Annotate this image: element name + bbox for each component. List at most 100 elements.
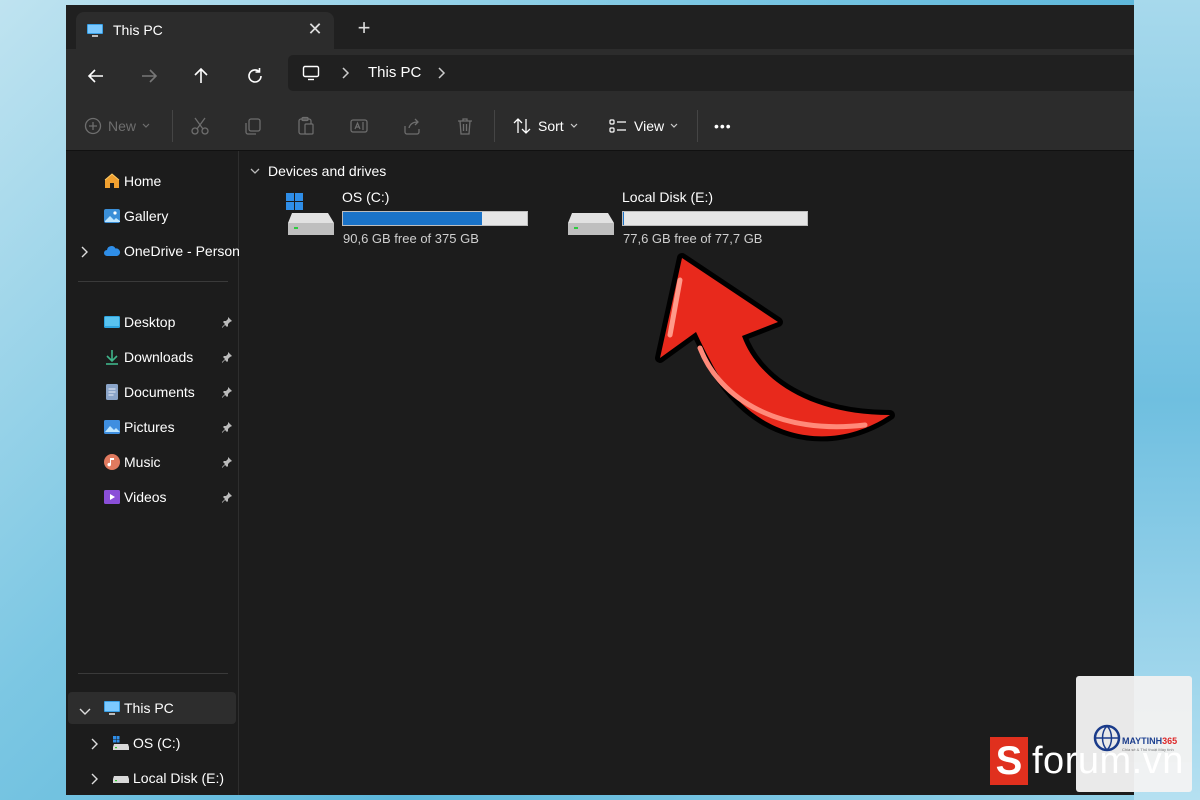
sidebar-item-label: Local Disk (E:): [133, 770, 225, 786]
drive-name: Local Disk (E:): [622, 189, 714, 205]
pin-icon[interactable]: [221, 350, 233, 368]
drive-usage-fill: [343, 212, 483, 225]
sidebar-item-onedrive[interactable]: OneDrive - Persona: [66, 235, 248, 267]
music-icon: [103, 453, 121, 471]
chevron-right-icon[interactable]: [89, 737, 99, 755]
toolbar-divider: [697, 110, 698, 142]
address-bar[interactable]: This PC: [288, 55, 1134, 91]
pin-icon[interactable]: [221, 315, 233, 333]
drive-usage-bar: [342, 211, 528, 226]
sidebar-item-os-c[interactable]: OS (C:): [66, 727, 238, 759]
chevron-right-icon[interactable]: [340, 66, 350, 85]
chevron-right-icon[interactable]: [436, 66, 446, 85]
sidebar-divider: [78, 673, 228, 674]
toolbar-divider: [494, 110, 495, 142]
trash-icon: [458, 118, 472, 135]
sort-icon: [513, 118, 531, 134]
file-explorer-window: This PC ✕ + This PC New Sort View ••• Ho…: [66, 5, 1134, 795]
navigation-pane: Home Gallery OneDrive - Persona Desktop: [66, 151, 248, 795]
sort-button[interactable]: Sort: [512, 113, 578, 139]
group-header-devices[interactable]: Devices and drives: [250, 163, 386, 179]
more-options-button[interactable]: •••: [714, 113, 732, 139]
view-list-icon: [609, 119, 626, 133]
annotation-arrow-icon: [655, 253, 895, 442]
plus-circle-icon: [84, 117, 102, 135]
chevron-down-icon: [570, 123, 578, 128]
sidebar-divider: [78, 281, 228, 282]
home-icon: [103, 172, 121, 190]
up-button[interactable]: [186, 61, 216, 91]
tab-bar: This PC ✕ +: [66, 5, 1134, 49]
sidebar-item-label: OS (C:): [133, 735, 181, 751]
group-title: Devices and drives: [268, 163, 387, 179]
chevron-down-icon: [250, 168, 260, 174]
clipboard-icon: [298, 116, 314, 135]
copy-button[interactable]: [243, 113, 263, 139]
drive-c-icon: [112, 734, 130, 752]
refresh-icon: [248, 68, 262, 83]
onedrive-icon: [103, 242, 121, 260]
back-button[interactable]: [81, 61, 111, 91]
sidebar-item-label: Pictures: [124, 419, 175, 435]
drive-icon: [112, 769, 130, 787]
sidebar-item-gallery[interactable]: Gallery: [66, 200, 238, 232]
sidebar-item-this-pc[interactable]: This PC: [68, 692, 236, 724]
sidebar-item-music[interactable]: Music: [66, 446, 238, 478]
sidebar-item-label: Home: [124, 173, 162, 189]
arrow-up-icon: [194, 67, 208, 83]
chevron-right-icon[interactable]: [89, 772, 99, 790]
refresh-button[interactable]: [240, 61, 270, 91]
view-label: View: [634, 118, 665, 134]
pc-icon: [103, 699, 121, 717]
forward-button[interactable]: [134, 61, 164, 91]
tab-this-pc[interactable]: This PC ✕: [76, 12, 334, 49]
pin-icon[interactable]: [221, 455, 233, 473]
share-icon: [404, 118, 420, 135]
pin-icon[interactable]: [221, 385, 233, 403]
navigation-bar: This PC: [66, 49, 1134, 101]
sidebar-item-home[interactable]: Home: [66, 165, 238, 197]
tab-title: This PC: [113, 22, 163, 38]
windows-drive-icon: [286, 193, 336, 244]
sforum-s-logo: S: [990, 737, 1028, 785]
breadcrumb-this-pc[interactable]: This PC: [368, 64, 421, 81]
downloads-icon: [103, 348, 121, 366]
sidebar-item-documents[interactable]: Documents: [66, 376, 238, 408]
share-button[interactable]: [402, 113, 422, 139]
arrow-right-icon: [142, 69, 158, 83]
pin-icon[interactable]: [221, 490, 233, 508]
sidebar-item-label: Desktop: [124, 314, 176, 330]
command-bar: New Sort View •••: [66, 101, 1134, 151]
pin-icon[interactable]: [221, 420, 233, 438]
new-tab-button[interactable]: +: [352, 17, 376, 41]
new-button[interactable]: New: [84, 113, 150, 139]
scissors-icon: [191, 117, 209, 135]
drive-name: OS (C:): [342, 189, 390, 205]
sidebar-item-pictures[interactable]: Pictures: [66, 411, 238, 443]
sidebar-item-label: OneDrive - Persona: [124, 243, 248, 259]
sidebar-item-local-disk-e[interactable]: Local Disk (E:): [66, 762, 238, 794]
chevron-right-icon[interactable]: [79, 245, 89, 263]
videos-icon: [103, 488, 121, 506]
sidebar-item-videos[interactable]: Videos: [66, 481, 238, 513]
desktop-folder-icon: [103, 313, 121, 331]
arrow-left-icon: [87, 69, 103, 83]
chevron-down-icon[interactable]: [79, 703, 91, 721]
drive-tile-os-c[interactable]: OS (C:) 90,6 GB free of 375 GB: [286, 189, 536, 249]
sidebar-item-label: This PC: [124, 700, 174, 716]
sforum-watermark: S forum.vn: [990, 734, 1184, 788]
drive-free-space: 90,6 GB free of 375 GB: [343, 231, 479, 246]
sidebar-item-label: Gallery: [124, 208, 169, 224]
paste-button[interactable]: [296, 113, 316, 139]
pc-icon: [86, 23, 104, 44]
delete-button[interactable]: [455, 113, 475, 139]
sidebar-item-downloads[interactable]: Downloads: [66, 341, 238, 373]
cut-button[interactable]: [190, 113, 210, 139]
rename-icon: [350, 119, 368, 133]
view-button[interactable]: View: [608, 113, 678, 139]
gallery-icon: [103, 207, 121, 225]
sidebar-item-desktop[interactable]: Desktop: [66, 306, 238, 338]
sidebar-item-label: Videos: [124, 489, 167, 505]
rename-button[interactable]: [349, 113, 369, 139]
close-tab-icon[interactable]: ✕: [304, 18, 326, 40]
